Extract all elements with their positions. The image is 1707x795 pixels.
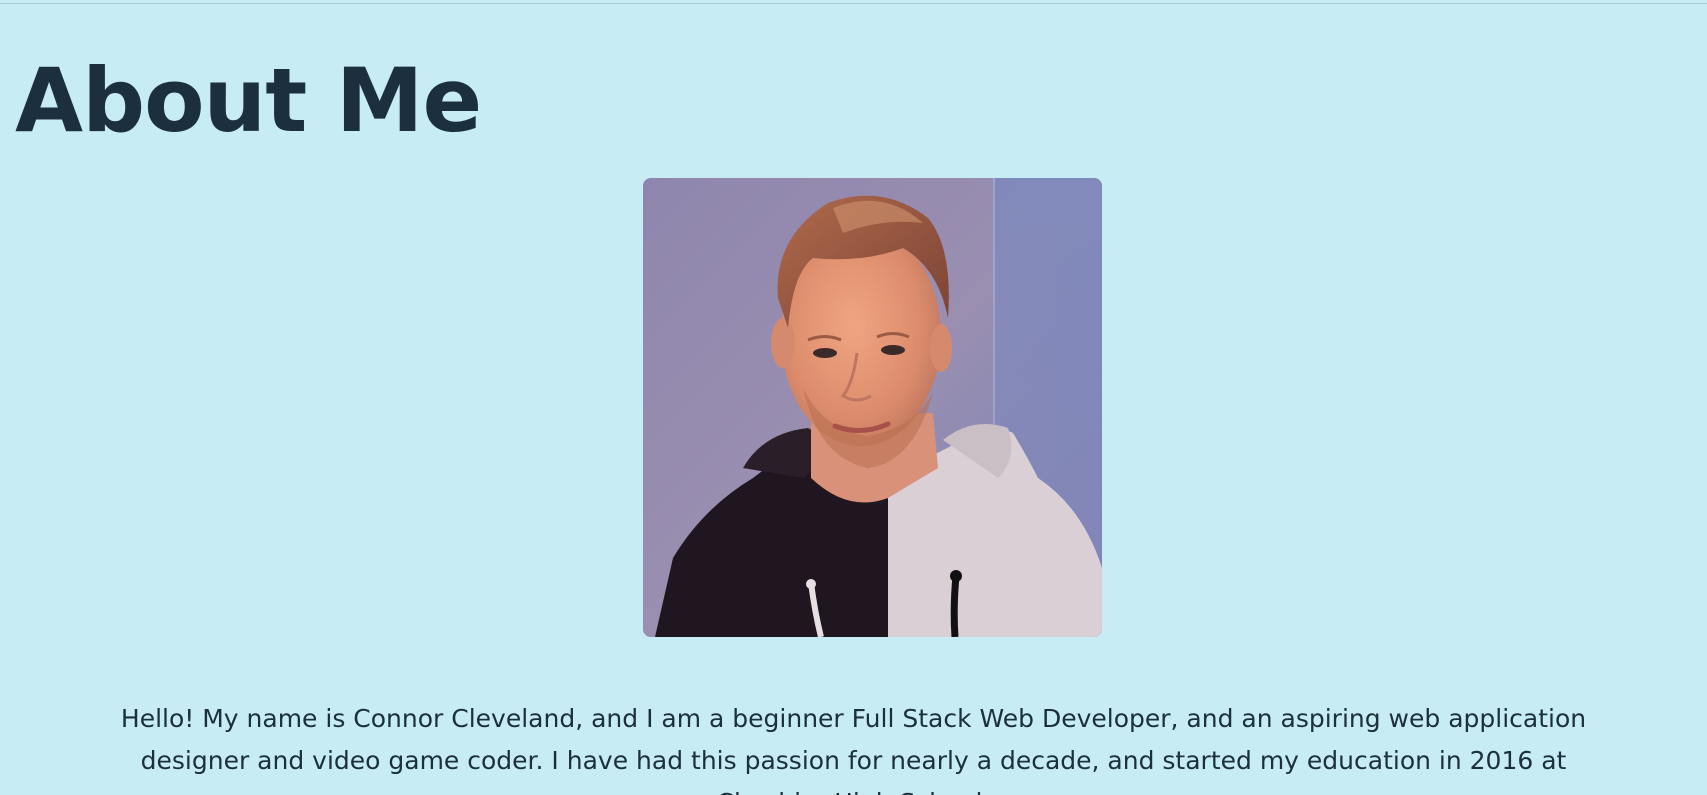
page-title: About Me — [15, 49, 482, 152]
bio-paragraph: Hello! My name is Connor Cleveland, and … — [120, 704, 1587, 795]
top-divider — [0, 3, 1707, 4]
about-page: About Me Hello! My name is Connor Clevel… — [0, 0, 1707, 795]
profile-photo — [643, 178, 1102, 637]
